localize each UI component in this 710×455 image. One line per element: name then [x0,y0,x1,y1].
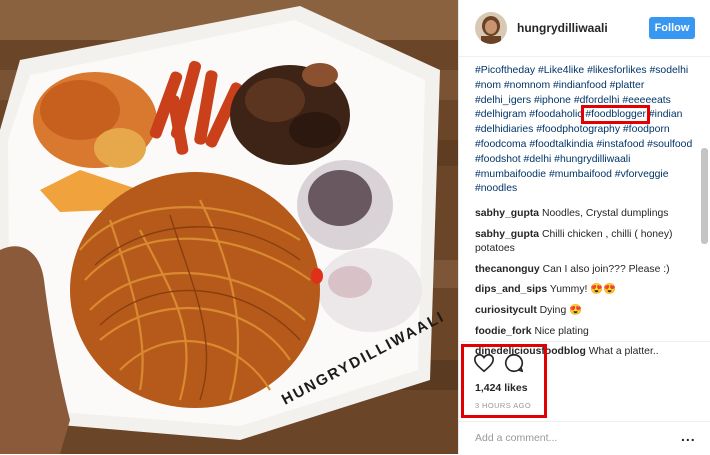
comments-scrollbar[interactable] [701,148,708,244]
hashtag[interactable]: #mumbaifoodie [475,169,546,180]
comment-username[interactable]: thecanonguy [475,264,540,275]
post-timestamp: 3 HOURS AGO [475,401,532,410]
post-header: hungrydilliwaali Follow [459,0,710,57]
comment-username[interactable]: foodie_fork [475,326,532,337]
hashtag[interactable]: #delhi [524,154,552,165]
comment-item: thecanonguy Can I also join??? Please :) [475,263,697,278]
post-side-panel: hungrydilliwaali Follow #Picoftheday #Li… [458,0,710,454]
comment-text: Dying 😍 [539,304,583,316]
likes-count[interactable]: 1,424 likes [475,382,528,394]
hashtag[interactable]: #instafood [596,139,644,150]
comment-username[interactable]: sabhy_gupta [475,229,539,240]
comment-text: Can I also join??? Please :) [542,263,670,275]
hashtag[interactable]: #soulfood [647,139,692,150]
hashtag[interactable]: #likesforlikes [587,65,646,76]
comment-item: curiositycult Dying 😍 [475,304,697,319]
hashtag[interactable]: #nomnom [504,80,550,91]
hashtag[interactable]: #foodshot [475,154,521,165]
hashtag[interactable]: #noodles [475,183,517,194]
hashtag[interactable]: #eeeeeats [622,95,671,106]
comment-item: sabhy_gupta Chilli chicken , chilli ( ho… [475,228,697,257]
hashtag[interactable]: #dfordelhi [574,95,620,106]
hashtag[interactable]: #foodaholic [529,109,582,120]
avatar[interactable] [475,12,507,44]
comment-username[interactable]: sabhy_gupta [475,208,539,219]
hashtag[interactable]: #foodcoma [475,139,526,150]
comment-text: Yummy! 😍😍 [549,284,617,296]
more-options-icon[interactable]: ... [681,428,696,444]
follow-button[interactable]: Follow [649,17,695,39]
username[interactable]: hungrydilliwaali [517,21,608,35]
hashtag[interactable]: #nom [475,80,501,91]
comment-item: dips_and_sips Yummy! 😍😍 [475,283,697,298]
add-comment-bar: Add a comment... ... [459,421,710,455]
avatar-icon [475,12,507,44]
comment-item: sabhy_gupta Noodles, Crystal dumplings [475,207,697,222]
post-caption: #Picoftheday #Like4like #likesforlikes #… [475,64,697,197]
hashtag[interactable]: #hungrydilliwaali [554,154,630,165]
hashtag[interactable]: #foodtalkindia [529,139,593,150]
post-photo[interactable]: HUNGRYDILLIWAALI [0,0,458,454]
comment-button[interactable] [503,352,525,374]
hashtag[interactable]: #indianfood [553,80,607,91]
hashtag[interactable]: #delhi_igers [475,95,531,106]
comment-username[interactable]: curiositycult [475,305,537,316]
hashtag[interactable]: #Like4like [538,65,584,76]
hashtag[interactable]: #foodphotography [536,124,620,135]
post-actions: 1,424 likes 3 HOURS AGO [459,341,710,422]
comment-bubble-icon [504,353,524,373]
hashtag-highlighted[interactable]: #foodblogger [581,105,650,125]
hashtag[interactable]: #Picoftheday [475,65,535,76]
hashtag[interactable]: #foodporn [623,124,670,135]
hashtag[interactable]: #delhigram [475,109,526,120]
hashtag[interactable]: #vforveggie [615,169,669,180]
comment-username[interactable]: dips_and_sips [475,284,547,295]
comment-text: Nice plating [534,325,589,337]
hashtag[interactable]: #indian [649,109,683,120]
hashtag[interactable]: #platter [610,80,645,91]
hashtag[interactable]: #sodelhi [649,65,688,76]
add-comment-input[interactable]: Add a comment... [475,432,557,444]
hashtag[interactable]: #iphone [534,95,571,106]
heart-icon [474,353,494,373]
comment-item: foodie_fork Nice plating [475,325,697,340]
hashtag[interactable]: #delhidiaries [475,124,533,135]
comment-text: Noodles, Crystal dumplings [541,208,669,219]
food-plate-image: HUNGRYDILLIWAALI [0,0,458,454]
hashtag[interactable]: #mumbaifood [549,169,612,180]
like-button[interactable] [473,352,495,374]
